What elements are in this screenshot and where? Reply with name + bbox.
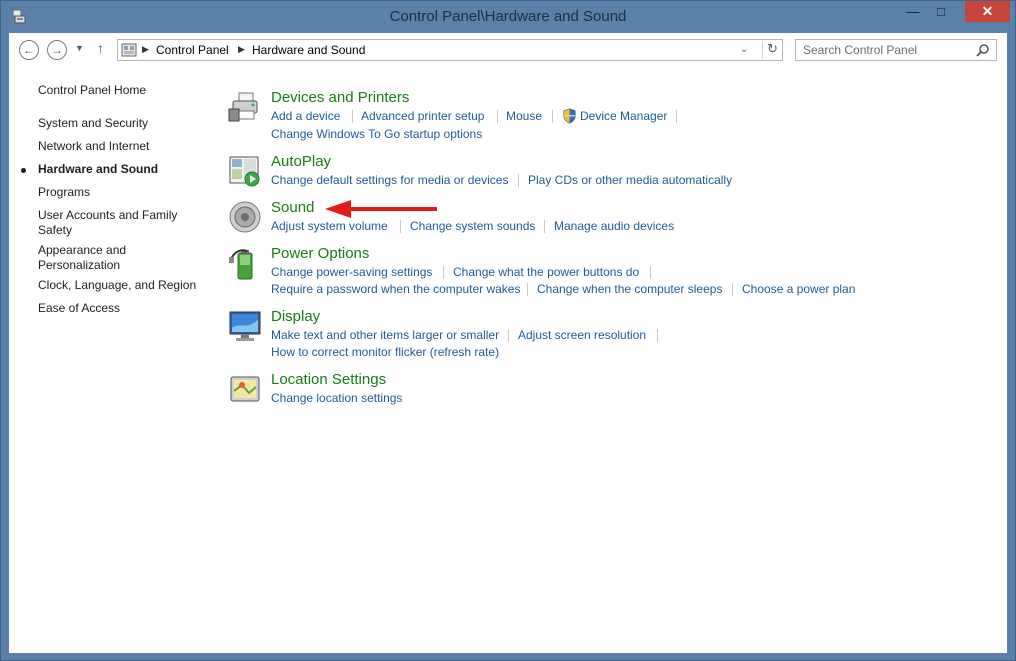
sidebar-item-ease-of-access[interactable]: Ease of Access <box>38 301 203 316</box>
display-title[interactable]: Display <box>271 308 320 325</box>
breadcrumb-hardware-and-sound[interactable]: Hardware and Sound <box>252 43 365 57</box>
sidebar-item-system-and-security[interactable]: System and Security <box>38 116 203 131</box>
maximize-button[interactable]: □ <box>927 1 955 22</box>
make-text-larger-link[interactable]: Make text and other items larger or smal… <box>271 328 499 342</box>
back-arrow-icon: ← <box>23 43 35 57</box>
change-power-buttons-link[interactable]: Change what the power buttons do <box>453 265 639 279</box>
link-separator <box>657 329 658 342</box>
control-panel-icon <box>121 43 137 57</box>
minimize-icon: — <box>906 4 920 19</box>
link-separator <box>443 266 444 279</box>
link-separator <box>497 110 498 123</box>
forward-arrow-icon: → <box>51 43 63 57</box>
change-system-sounds-link[interactable]: Change system sounds <box>410 219 535 233</box>
uac-shield-icon <box>563 108 576 124</box>
sidebar-item-appearance[interactable]: Appearance and Personalization <box>38 243 138 273</box>
maximize-icon: □ <box>937 4 945 19</box>
choose-power-plan-link[interactable]: Choose a power plan <box>742 282 855 296</box>
content-area: Control Panel Home System and Security N… <box>9 67 1007 653</box>
display-monitor-icon[interactable] <box>227 308 263 344</box>
manage-audio-devices-link[interactable]: Manage audio devices <box>554 219 674 233</box>
correct-monitor-flicker-link[interactable]: How to correct monitor flicker (refresh … <box>271 345 499 359</box>
link-separator <box>352 110 353 123</box>
minimize-button[interactable]: — <box>899 1 927 22</box>
mouse-link[interactable]: Mouse <box>506 109 542 123</box>
adjust-screen-resolution-link[interactable]: Adjust screen resolution <box>518 328 646 342</box>
devices-and-printers-title[interactable]: Devices and Printers <box>271 89 409 106</box>
search-box[interactable]: Search Control Panel <box>795 39 997 61</box>
link-separator <box>508 329 509 342</box>
device-manager-link[interactable]: Device Manager <box>580 109 667 123</box>
close-icon: ✕ <box>981 3 994 19</box>
change-location-settings-link[interactable]: Change location settings <box>271 391 402 405</box>
active-item-bullet-icon <box>21 168 26 173</box>
play-cds-automatically-link[interactable]: Play CDs or other media automatically <box>528 173 732 187</box>
link-separator <box>527 283 528 296</box>
red-annotation-arrow <box>325 200 437 218</box>
address-dropdown-icon[interactable]: ⌄ <box>740 44 748 55</box>
up-button[interactable]: ↑ <box>97 40 104 56</box>
link-separator <box>732 283 733 296</box>
link-separator <box>552 110 553 123</box>
devices-and-printers-icon[interactable] <box>227 89 263 125</box>
autoplay-icon[interactable] <box>227 153 263 189</box>
link-separator <box>544 220 545 233</box>
navigation-bar: ← → ▼ ↑ ▶ Control Panel ▶ Hardware and S… <box>9 33 1007 67</box>
power-options-title[interactable]: Power Options <box>271 245 369 262</box>
change-power-saving-settings-link[interactable]: Change power-saving settings <box>271 265 432 279</box>
forward-button[interactable]: → <box>47 40 67 60</box>
search-input[interactable]: Search Control Panel <box>803 43 917 57</box>
change-computer-sleep-link[interactable]: Change when the computer sleeps <box>537 282 722 296</box>
sidebar-item-programs[interactable]: Programs <box>38 185 203 200</box>
close-button[interactable]: ✕ <box>965 1 1010 22</box>
sound-title[interactable]: Sound <box>271 199 314 216</box>
sidebar-item-clock-language-region[interactable]: Clock, Language, and Region <box>38 278 203 293</box>
refresh-button[interactable]: ↻ <box>762 41 782 59</box>
location-settings-title[interactable]: Location Settings <box>271 371 386 388</box>
advanced-printer-setup-link[interactable]: Advanced printer setup <box>361 109 484 123</box>
window: Control Panel\Hardware and Sound — □ ✕ ←… <box>0 0 1016 661</box>
sidebar: Control Panel Home System and Security N… <box>9 67 209 653</box>
sidebar-item-user-accounts[interactable]: User Accounts and Family Safety <box>38 208 188 238</box>
breadcrumb-separator-icon[interactable]: ▶ <box>142 44 149 55</box>
add-a-device-link[interactable]: Add a device <box>271 109 340 123</box>
sidebar-control-panel-home[interactable]: Control Panel Home <box>38 83 203 98</box>
autoplay-title[interactable]: AutoPlay <box>271 153 331 170</box>
link-separator <box>650 266 651 279</box>
link-separator <box>400 220 401 233</box>
sidebar-item-network-and-internet[interactable]: Network and Internet <box>38 139 203 154</box>
sidebar-item-hardware-and-sound[interactable]: Hardware and Sound <box>38 162 203 177</box>
up-arrow-icon: ↑ <box>97 40 104 56</box>
adjust-system-volume-link[interactable]: Adjust system volume <box>271 219 388 233</box>
link-separator <box>518 174 519 187</box>
sound-speaker-icon[interactable] <box>227 199 263 235</box>
breadcrumb-control-panel[interactable]: Control Panel <box>156 43 229 57</box>
search-icon[interactable] <box>976 43 990 57</box>
change-default-media-settings-link[interactable]: Change default settings for media or dev… <box>271 173 508 187</box>
windows-to-go-startup-link[interactable]: Change Windows To Go startup options <box>271 127 482 141</box>
recent-locations-dropdown[interactable]: ▼ <box>75 43 84 53</box>
address-bar[interactable]: ▶ Control Panel ▶ Hardware and Sound ⌄ ↻ <box>117 39 783 61</box>
require-password-on-wake-link[interactable]: Require a password when the computer wak… <box>271 282 520 296</box>
title-bar: Control Panel\Hardware and Sound — □ ✕ <box>1 1 1015 33</box>
power-options-battery-icon[interactable] <box>227 245 263 281</box>
link-separator <box>676 110 677 123</box>
location-settings-icon[interactable] <box>227 371 263 407</box>
breadcrumb-separator-icon[interactable]: ▶ <box>238 44 245 55</box>
window-title: Control Panel\Hardware and Sound <box>389 8 627 25</box>
back-button[interactable]: ← <box>19 40 39 60</box>
